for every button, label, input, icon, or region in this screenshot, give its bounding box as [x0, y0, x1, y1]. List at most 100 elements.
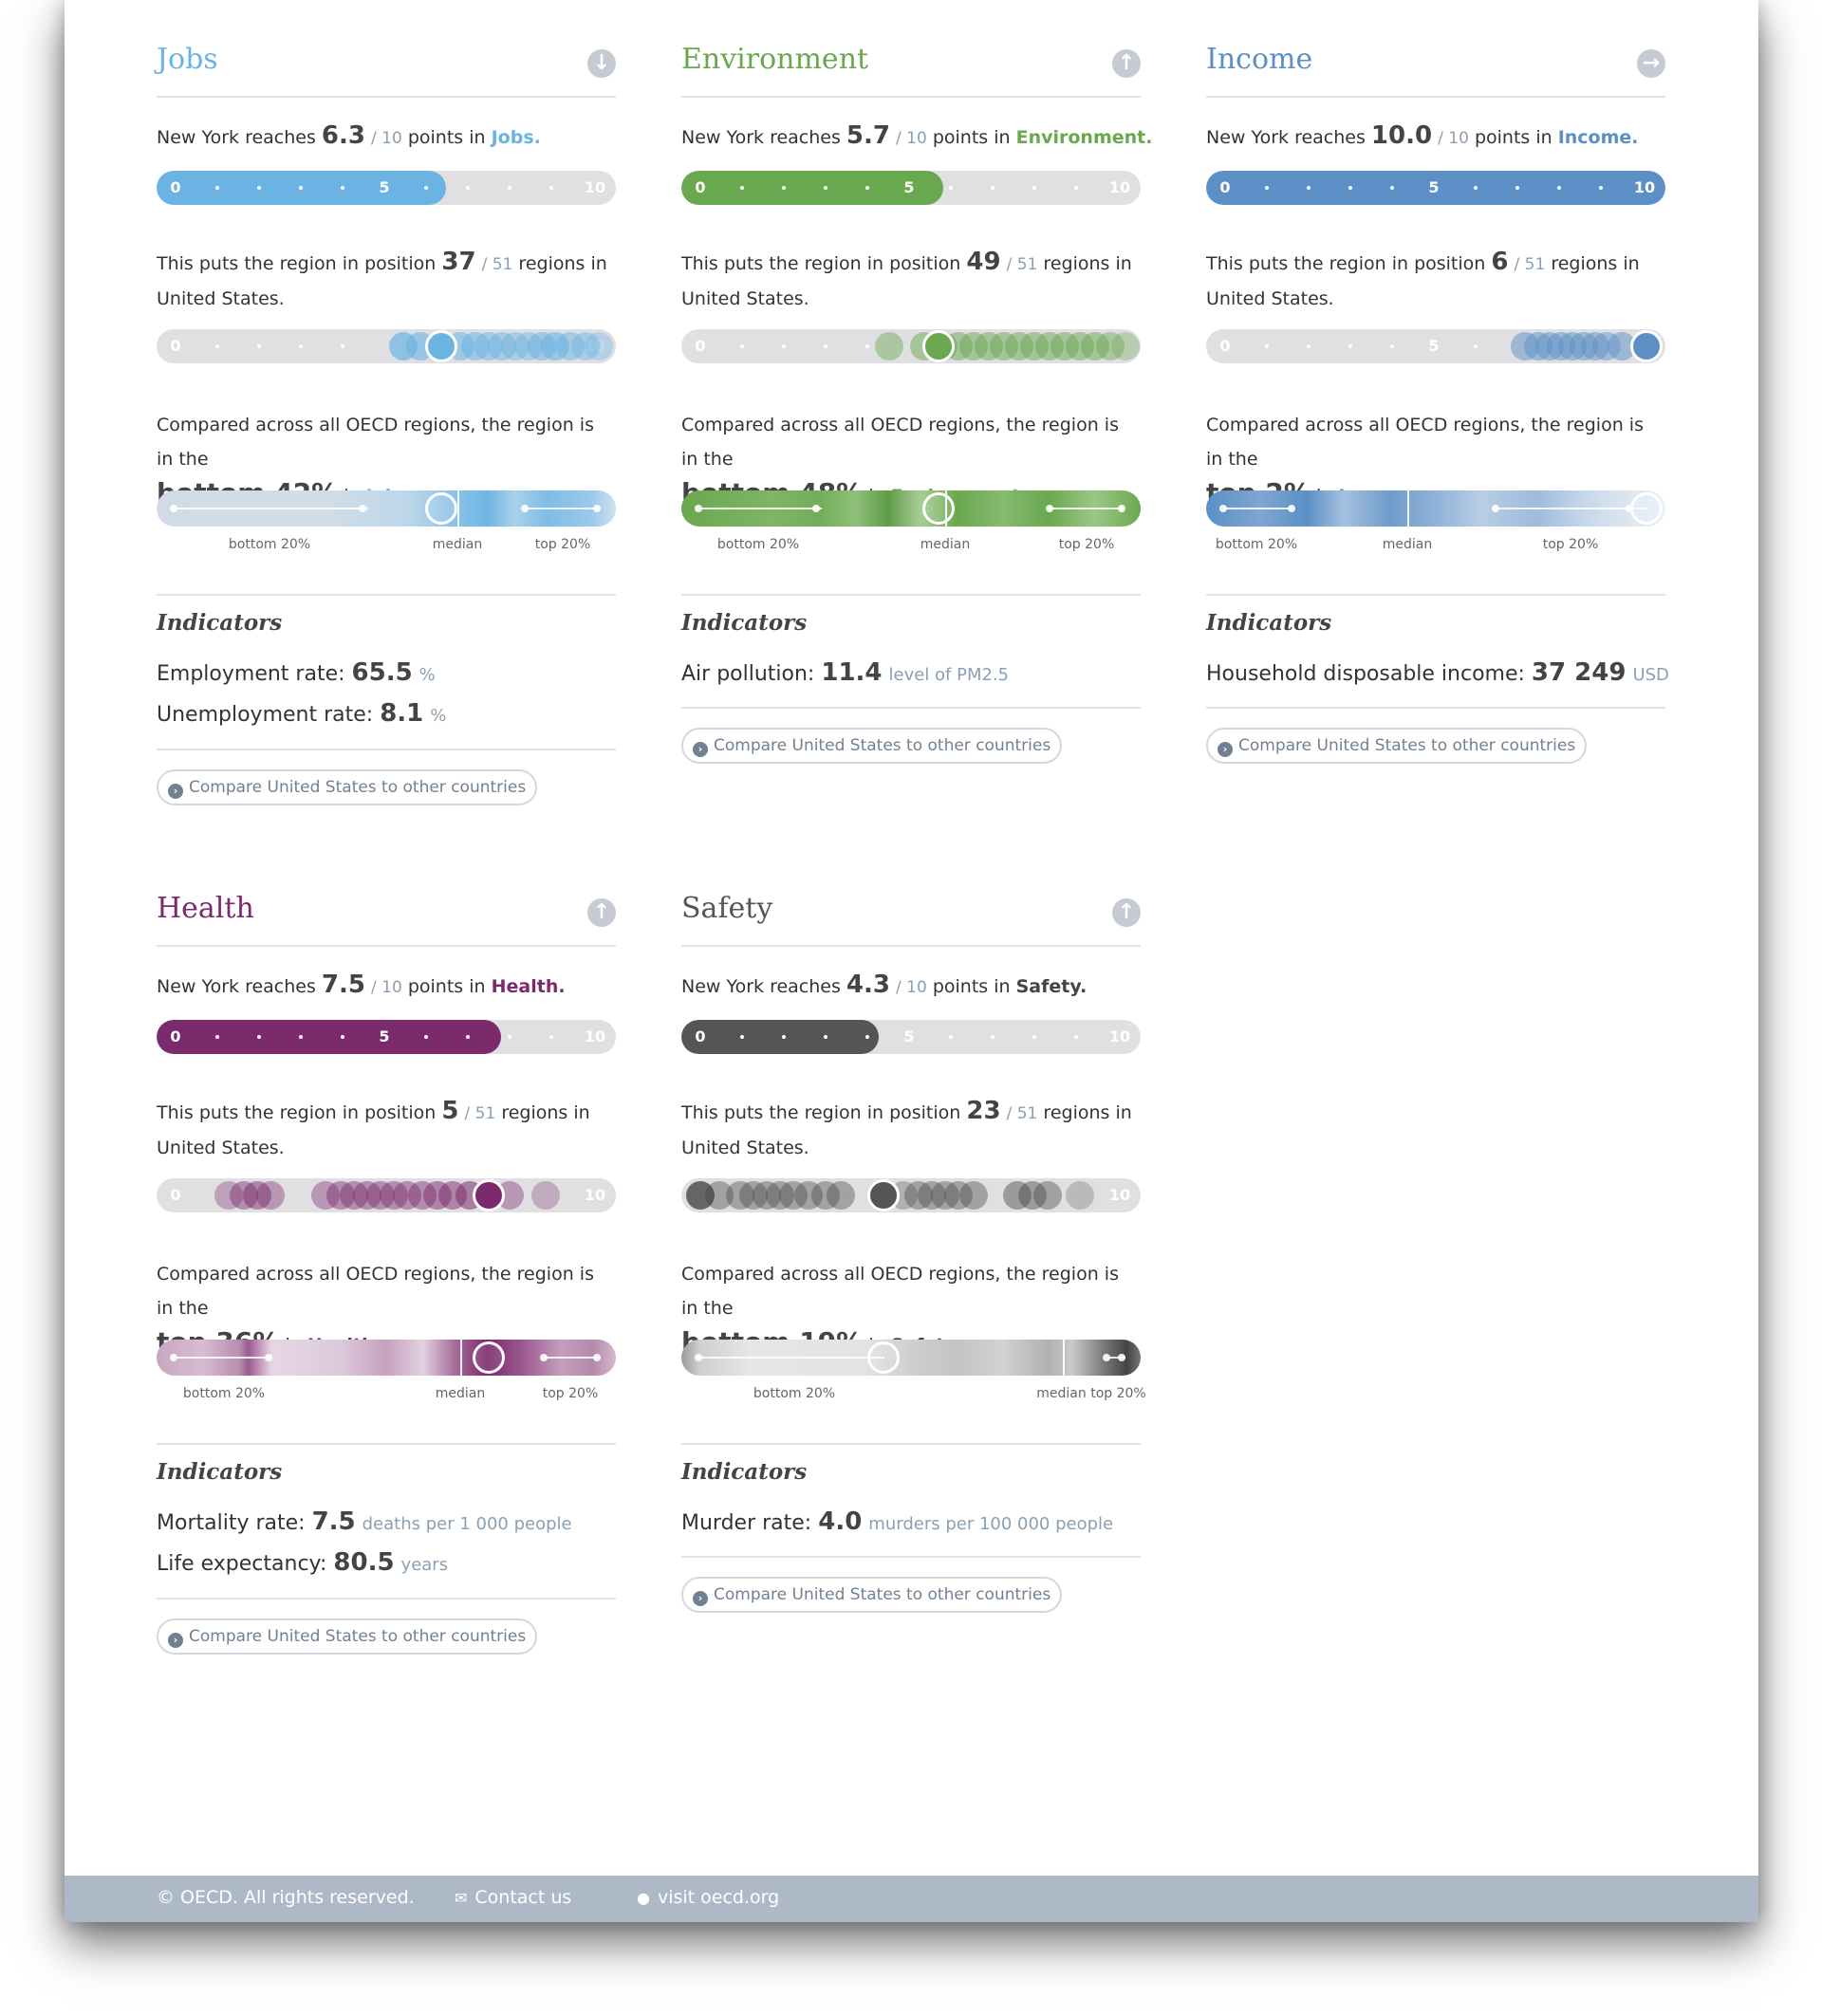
- median-line: [457, 490, 459, 527]
- range-dot: [1118, 1354, 1125, 1361]
- scale-dot: [740, 1035, 744, 1039]
- position-label: This puts the region in position: [1206, 253, 1486, 274]
- range-dot: [521, 505, 529, 512]
- divider: [157, 1598, 616, 1600]
- card-safety: Safety ↑ New York reaches 4.3 / 10 point…: [681, 849, 1146, 1613]
- regions-bar: 0: [681, 329, 1141, 363]
- scale-dot: [1348, 186, 1352, 190]
- indicator-row: Household disposable income: 37 249 USD: [1206, 658, 1669, 687]
- bottom20-label: bottom 20%: [716, 537, 800, 552]
- region-name: New York: [681, 976, 765, 997]
- range-dot: [170, 1354, 177, 1361]
- envelope-icon: ✉: [455, 1889, 468, 1907]
- scale-dot: [341, 1035, 344, 1039]
- score-sentence: New York reaches 6.3 / 10 points in Jobs…: [157, 121, 541, 150]
- scale-max: 10: [584, 1186, 606, 1204]
- region-bubble: [959, 1181, 988, 1210]
- regions-bar: 0 10: [157, 329, 616, 363]
- indicator-value: 4.0: [818, 1507, 863, 1536]
- globe-icon: ●: [637, 1889, 650, 1907]
- comparison-label: Compared across all OECD regions, the re…: [681, 415, 1119, 470]
- arrow-up-icon[interactable]: ↑: [1112, 898, 1141, 927]
- scale-dot: [215, 186, 219, 190]
- indicator-value: 7.5: [311, 1507, 356, 1536]
- points-label: points in: [932, 127, 1011, 148]
- region-name: New York: [157, 127, 240, 148]
- indicator-unit: USD: [1632, 665, 1669, 685]
- scale-dot: [1599, 186, 1603, 190]
- scale-dot: [782, 1035, 786, 1039]
- indicator-unit: deaths per 1 000 people: [362, 1514, 572, 1534]
- scale-dot: [1390, 186, 1394, 190]
- arrow-right-icon[interactable]: →: [1637, 49, 1665, 78]
- arrow-up-icon[interactable]: ↑: [587, 898, 616, 927]
- score-category: Jobs.: [491, 127, 541, 148]
- compare-countries-button[interactable]: › Compare United States to other countrie…: [157, 769, 538, 805]
- visit-label: visit oecd.org: [657, 1887, 780, 1908]
- compare-countries-button[interactable]: › Compare United States to other countrie…: [157, 1618, 538, 1655]
- range-dot: [695, 1354, 702, 1361]
- score-bar: 0 5 10: [157, 171, 616, 205]
- scale-dot: [1032, 186, 1036, 190]
- divider: [681, 1443, 1141, 1445]
- scale-min: 0: [695, 178, 706, 196]
- region-bubble: [256, 1181, 285, 1210]
- scale-dot: [1557, 186, 1561, 190]
- position-label: This puts the region in position: [157, 1102, 437, 1123]
- arrow-right-circle-icon: ›: [693, 742, 708, 757]
- bottom-range-line: [698, 1357, 884, 1359]
- indicator-unit: %: [430, 706, 447, 726]
- visit-oecd-link[interactable]: ● visit oecd.org: [637, 1887, 779, 1908]
- compare-button-label: Compare United States to other countries: [714, 1585, 1051, 1604]
- range-dot: [1103, 1354, 1110, 1361]
- scale-dot: [991, 1035, 995, 1039]
- compare-countries-button[interactable]: › Compare United States to other countrie…: [681, 1577, 1063, 1613]
- median-line: [1407, 490, 1409, 527]
- range-dot: [593, 1354, 601, 1361]
- indicator-unit: murders per 100 000 people: [868, 1514, 1114, 1534]
- region-bubble: [875, 332, 903, 361]
- divider: [681, 1556, 1141, 1558]
- current-region-marker: [922, 330, 955, 362]
- scale-dot: [215, 344, 219, 348]
- scale-min: 0: [1219, 337, 1231, 355]
- top-range-line: [1496, 508, 1647, 509]
- scale-max: 10: [1108, 1186, 1131, 1204]
- scale-mid: 5: [379, 1027, 390, 1045]
- score-bar: 0 5 10: [1206, 171, 1665, 205]
- scale-dot: [1032, 1035, 1036, 1039]
- scale-dot: [991, 186, 995, 190]
- arrow-right-circle-icon: ›: [168, 784, 183, 799]
- reaches-label: reaches: [1294, 127, 1366, 148]
- top-range-line: [525, 508, 601, 509]
- card-title: Income: [1206, 43, 1313, 76]
- score-sentence: New York reaches 7.5 / 10 points in Heal…: [157, 971, 566, 999]
- indicator-unit: level of PM2.5: [888, 665, 1010, 685]
- scale-dot: [824, 1035, 827, 1039]
- score-bar-fill: [157, 1020, 501, 1054]
- compare-countries-button[interactable]: › Compare United States to other countrie…: [1206, 728, 1588, 764]
- regions-label: regions in: [501, 1102, 590, 1123]
- bottom-range-line: [1223, 508, 1292, 509]
- divider: [681, 707, 1141, 709]
- scale-dot: [466, 1035, 470, 1039]
- arrow-down-icon[interactable]: ↓: [587, 49, 616, 78]
- arrow-up-icon[interactable]: ↑: [1112, 49, 1141, 78]
- scale-mid: 5: [903, 1027, 915, 1045]
- indicator-row: Life expectancy: 80.5 years: [157, 1548, 448, 1577]
- position-value: 23: [966, 1097, 1001, 1125]
- current-region-marker: [425, 492, 457, 525]
- scale-dot: [740, 344, 744, 348]
- score-max: / 10: [896, 129, 927, 148]
- score-max: / 10: [371, 129, 402, 148]
- scale-dot: [782, 186, 786, 190]
- position-value: 37: [441, 248, 476, 276]
- compare-countries-button[interactable]: › Compare United States to other countrie…: [681, 728, 1063, 764]
- score-bar: 0 5 10: [157, 1020, 616, 1054]
- scale-dot: [865, 344, 869, 348]
- scale-min: 0: [695, 1027, 706, 1045]
- contact-link[interactable]: ✉ Contact us: [455, 1887, 571, 1908]
- position-value: 6: [1491, 248, 1509, 276]
- median-label: median: [432, 537, 483, 552]
- scale-dot: [257, 1035, 261, 1039]
